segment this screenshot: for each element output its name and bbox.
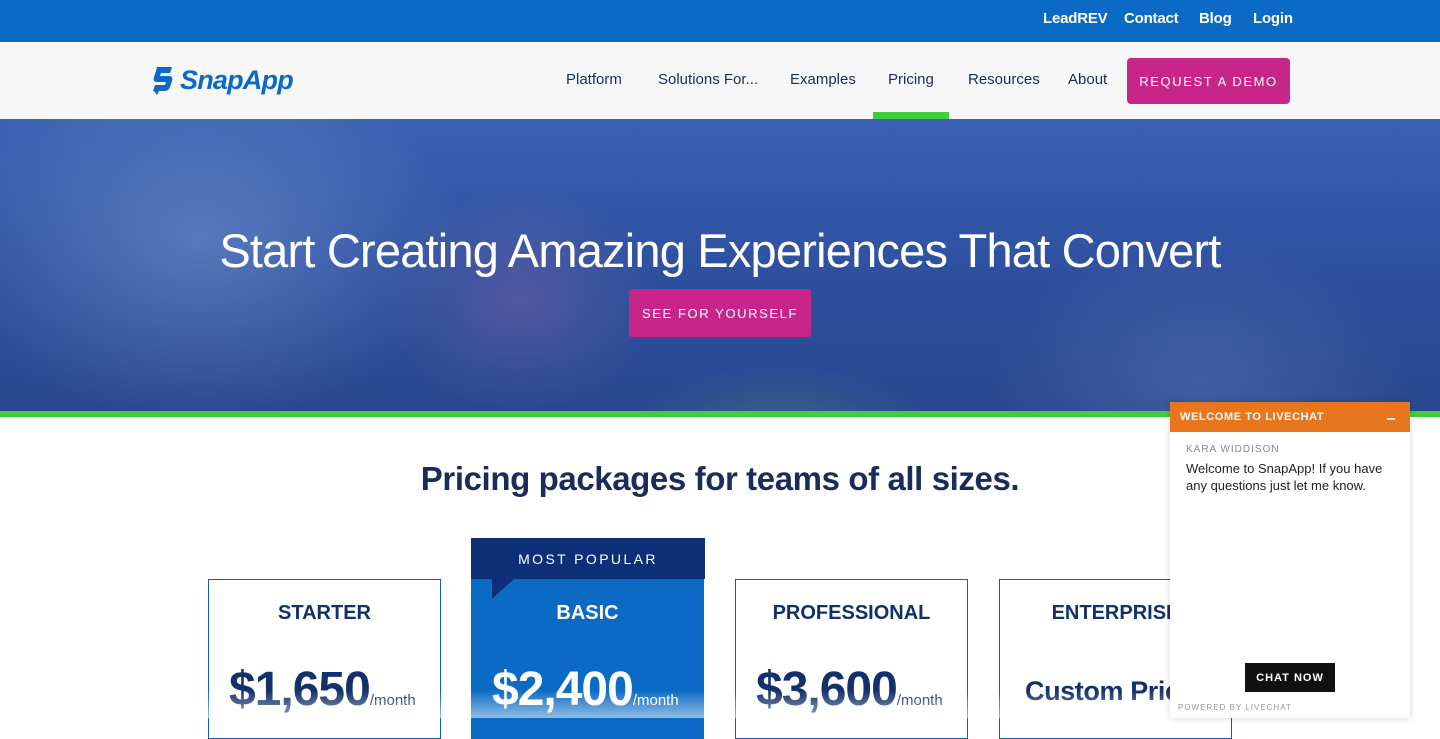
- see-for-yourself-button[interactable]: SEE FOR YOURSELF: [629, 289, 811, 337]
- livechat-title: WELCOME TO LIVECHAT: [1180, 411, 1325, 423]
- plan-price: Custom Pric: [1025, 676, 1180, 706]
- brand-logo[interactable]: SnapApp: [150, 62, 294, 98]
- plan-name: STARTER: [278, 602, 371, 624]
- nav-item-about[interactable]: About: [1068, 71, 1107, 88]
- topbar-link-contact[interactable]: Contact: [1124, 10, 1179, 27]
- plan-price-row: $2,400/month: [492, 662, 679, 717]
- livechat-widget[interactable]: WELCOME TO LIVECHAT KARA WIDDISON Welcom…: [1170, 402, 1410, 718]
- livechat-header[interactable]: WELCOME TO LIVECHAT: [1170, 402, 1410, 432]
- request-demo-button[interactable]: REQUEST A DEMO: [1127, 58, 1290, 104]
- powered-by-label: POWERED BY LIVECHAT: [1178, 703, 1292, 712]
- topbar-link-blog[interactable]: Blog: [1199, 10, 1232, 27]
- hero-headline: Start Creating Amazing Experiences That …: [219, 224, 1221, 277]
- nav-active-indicator: [873, 112, 949, 119]
- plan-price-row: $3,600/month: [756, 662, 943, 717]
- agent-name: KARA WIDDISON: [1186, 444, 1280, 455]
- plan-price: $2,400: [492, 663, 634, 716]
- plan-period: /month: [632, 692, 679, 709]
- nav-item-platform[interactable]: Platform: [566, 71, 622, 88]
- main-nav: SnapApp Platform Solutions For... Exampl…: [0, 42, 1440, 119]
- plan-period: /month: [896, 692, 943, 709]
- plan-price-row: $1,650/month: [229, 662, 416, 717]
- plan-card-professional[interactable]: PROFESSIONAL $3,600/month: [735, 579, 968, 739]
- badge-notch: [492, 579, 514, 599]
- hero-banner: Start Creating Amazing Experiences That …: [0, 119, 1440, 411]
- nav-item-resources[interactable]: Resources: [968, 71, 1040, 88]
- topbar-link-login[interactable]: Login: [1253, 10, 1293, 27]
- most-popular-badge: MOST POPULAR: [471, 538, 705, 579]
- top-utility-bar: LeadREV Contact Blog Login: [0, 0, 1440, 42]
- minimize-icon[interactable]: [1384, 410, 1398, 424]
- plan-price: $1,650: [229, 663, 371, 716]
- nav-item-examples[interactable]: Examples: [790, 71, 856, 88]
- brand-name: SnapApp: [180, 64, 294, 95]
- plan-card-starter[interactable]: STARTER $1,650/month: [208, 579, 441, 739]
- snapapp-logo-icon: [150, 65, 176, 95]
- chat-now-button[interactable]: CHAT NOW: [1245, 663, 1335, 692]
- nav-item-pricing[interactable]: Pricing: [888, 71, 934, 88]
- plan-name: PROFESSIONAL: [772, 602, 931, 624]
- plan-price: $3,600: [756, 663, 898, 716]
- nav-item-solutions[interactable]: Solutions For...: [658, 71, 758, 88]
- plan-period: /month: [369, 692, 416, 709]
- chat-message: Welcome to SnapApp! If you have any ques…: [1186, 461, 1383, 493]
- plan-name: BASIC: [556, 602, 619, 624]
- topbar-link-leadrev[interactable]: LeadREV: [1043, 10, 1108, 27]
- plan-card-basic[interactable]: BASIC $2,400/month: [471, 579, 704, 739]
